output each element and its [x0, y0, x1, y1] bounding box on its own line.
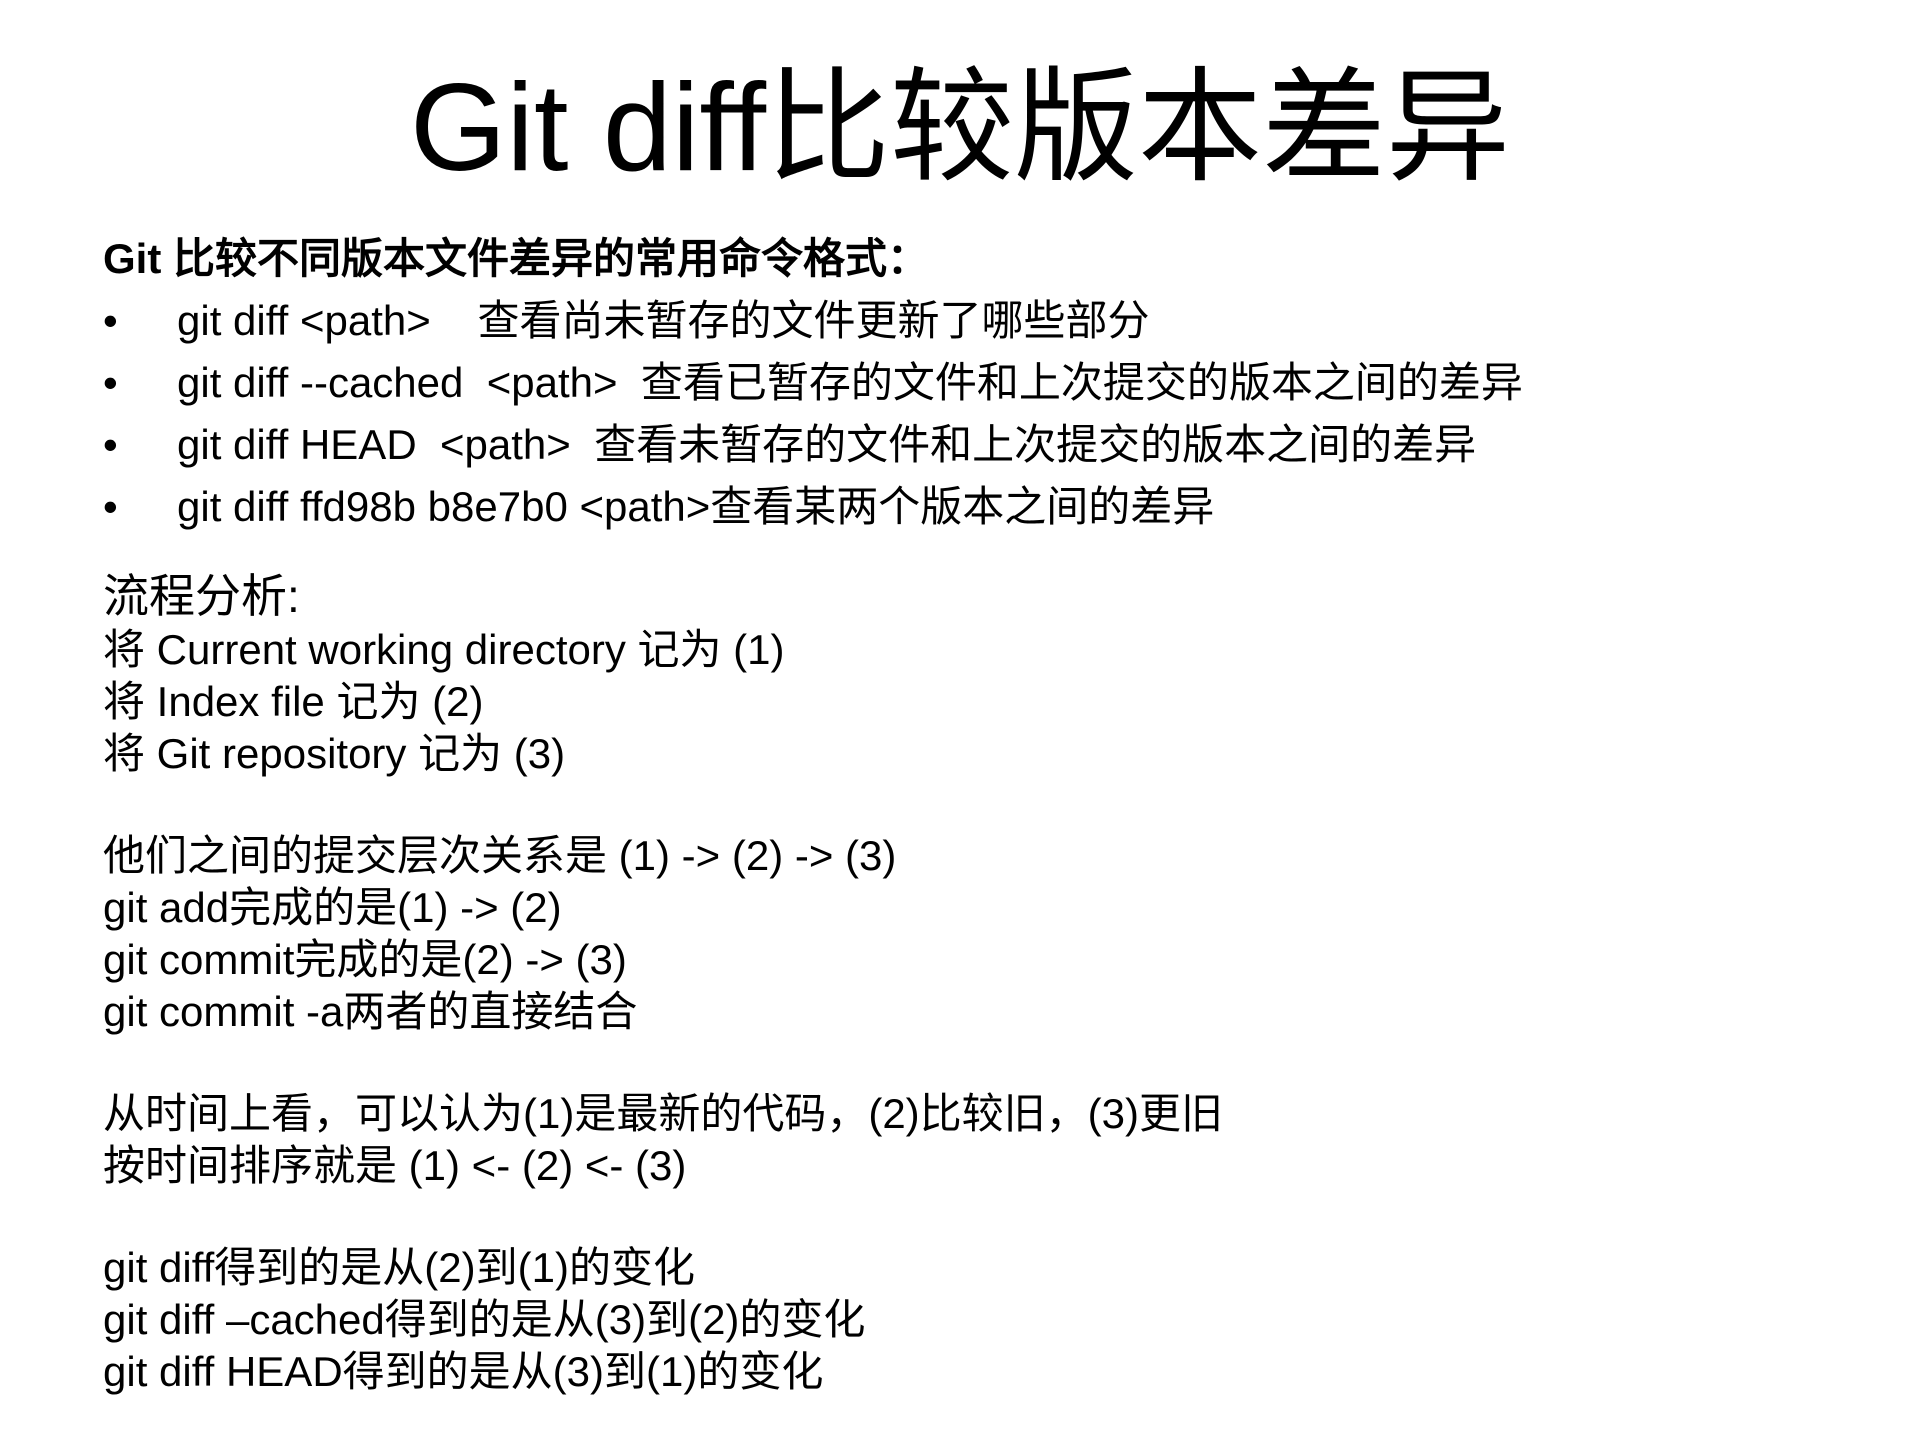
- flow-analysis-section: 流程分析: 将 Current working directory 记为 (1)…: [103, 568, 1883, 780]
- bullet-icon: •: [103, 359, 118, 406]
- flow-line: 将 Index file 记为 (2): [103, 678, 484, 725]
- command-list: • git diff <path> 查看尚未暂存的文件更新了哪些部分 • git d…: [103, 290, 1883, 538]
- command-item: • git diff --cached <path> 查看已暂存的文件和上次提交的…: [103, 352, 1883, 414]
- order-line: git commit -a两者的直接结合: [103, 988, 638, 1035]
- command-text: git diff HEAD <path> 查看未暂存的文件和上次提交的版本之间的…: [177, 421, 1477, 468]
- command-item: • git diff HEAD <path> 查看未暂存的文件和上次提交的版本之间…: [103, 414, 1883, 476]
- order-line: 他们之间的提交层次关系是 (1) -> (2) -> (3): [103, 832, 897, 879]
- slide: Git diff比较版本差异 Git 比较不同版本文件差异的常用命令格式： • g…: [0, 0, 1920, 1440]
- order-line: git commit完成的是(2) -> (3): [103, 936, 627, 983]
- command-text: git diff --cached <path> 查看已暂存的文件和上次提交的版…: [177, 359, 1523, 406]
- order-line: git add完成的是(1) -> (2): [103, 884, 562, 931]
- bullet-icon: •: [103, 483, 118, 530]
- commit-order-section: 他们之间的提交层次关系是 (1) -> (2) -> (3) git add完成…: [103, 830, 1883, 1038]
- time-line: 从时间上看，可以认为(1)是最新的代码，(2)比较旧，(3)更旧: [103, 1090, 1223, 1137]
- command-text: git diff <path> 查看尚未暂存的文件更新了哪些部分: [177, 297, 1150, 344]
- slide-title: Git diff比较版本差异: [409, 59, 1511, 197]
- command-item: • git diff <path> 查看尚未暂存的文件更新了哪些部分: [103, 290, 1883, 352]
- intro-text: Git 比较不同版本文件差异的常用命令格式：: [103, 235, 929, 282]
- diff-line: git diff HEAD得到的是从(3)到(1)的变化: [103, 1348, 824, 1395]
- bullet-icon: •: [103, 421, 118, 468]
- diff-result-section: git diff得到的是从(2)到(1)的变化 git diff –cached…: [103, 1242, 1883, 1398]
- diff-line: git diff –cached得到的是从(3)到(2)的变化: [103, 1296, 866, 1343]
- flow-analysis-heading: 流程分析:: [103, 570, 300, 622]
- time-order-section: 从时间上看，可以认为(1)是最新的代码，(2)比较旧，(3)更旧 按时间排序就是…: [103, 1088, 1883, 1192]
- slide-body: Git 比较不同版本文件差异的常用命令格式： • git diff <path> …: [103, 228, 1883, 1398]
- time-line: 按时间排序就是 (1) <- (2) <- (3): [103, 1142, 687, 1189]
- command-item: • git diff ffd98b b8e7b0 <path>查看某两个版本之间的…: [103, 476, 1883, 538]
- diff-line: git diff得到的是从(2)到(1)的变化: [103, 1244, 695, 1291]
- flow-line: 将 Current working directory 记为 (1): [103, 626, 785, 673]
- bullet-icon: •: [103, 297, 118, 344]
- command-text: git diff ffd98b b8e7b0 <path>查看某两个版本之间的差…: [177, 483, 1215, 530]
- flow-line: 将 Git repository 记为 (3): [103, 730, 566, 777]
